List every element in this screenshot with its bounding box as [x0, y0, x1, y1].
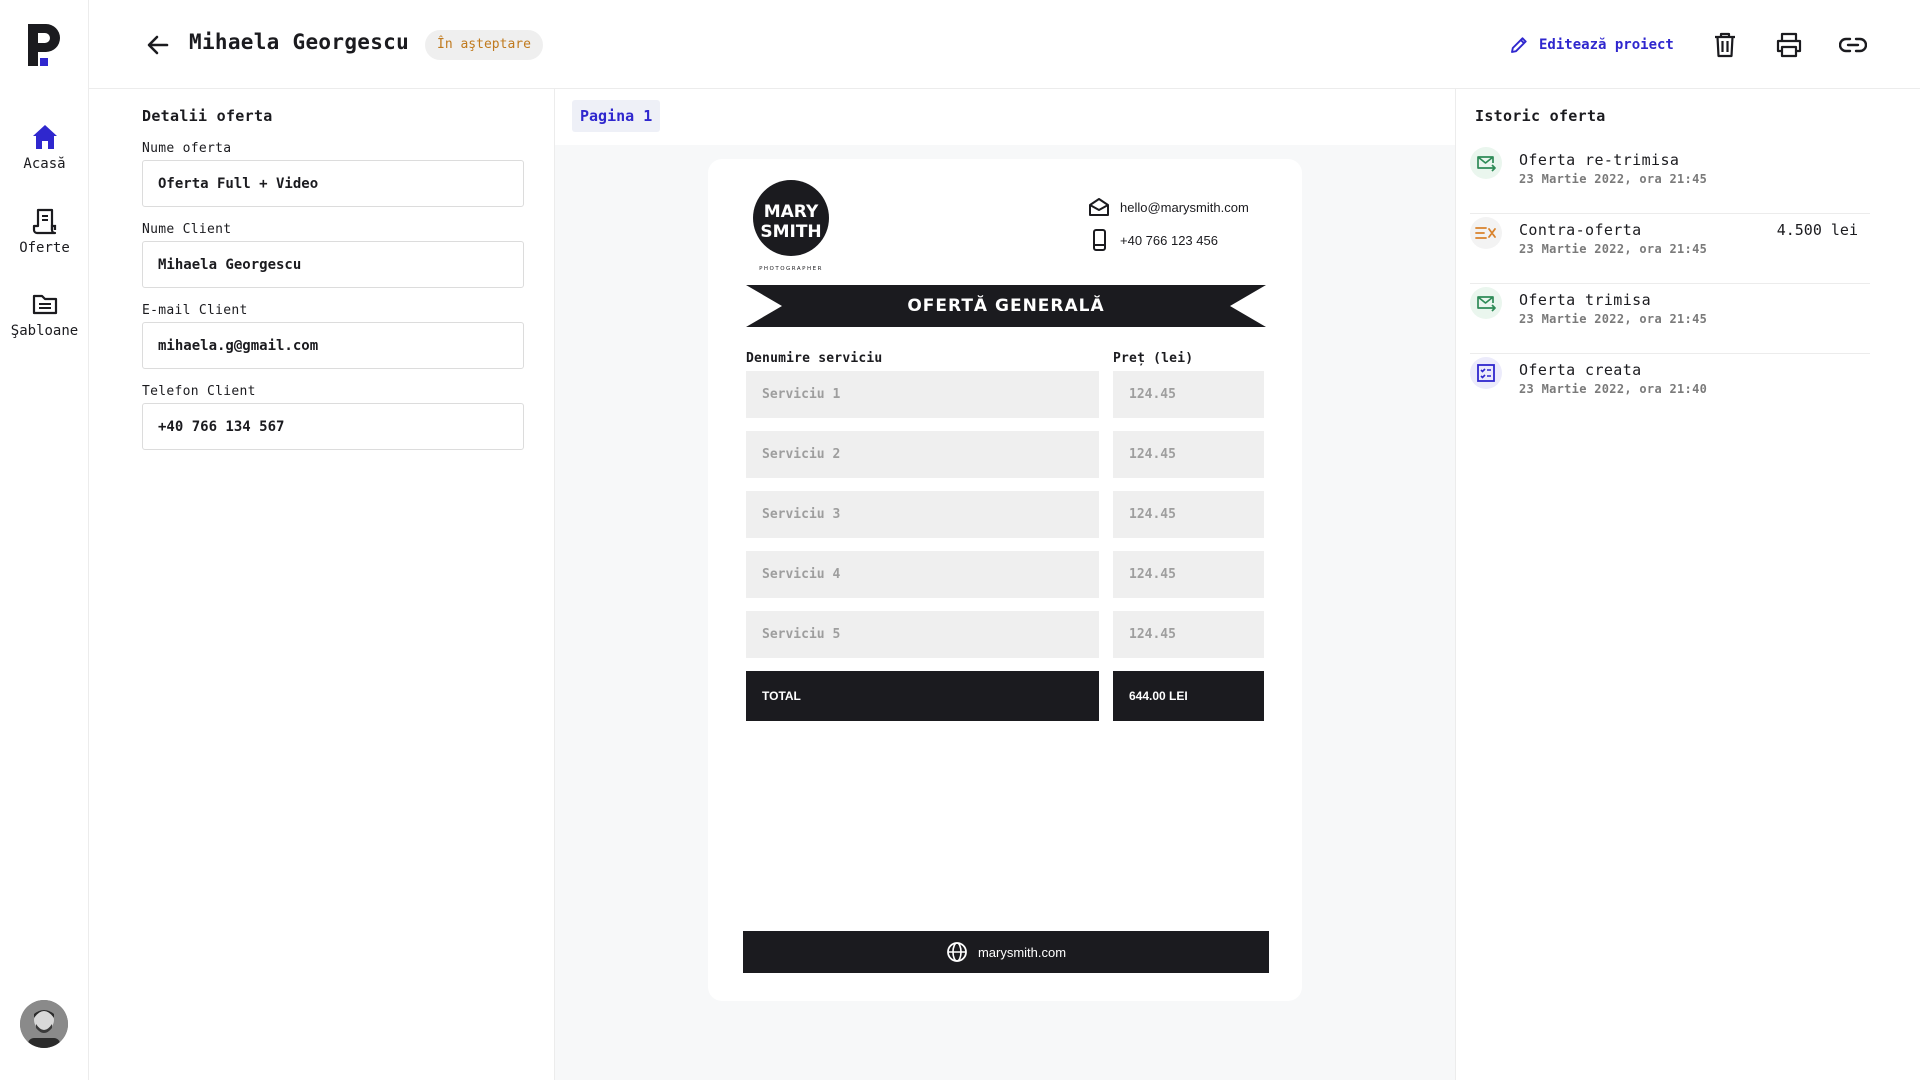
- history-item-name: Oferta re-trimisa: [1519, 151, 1680, 169]
- website-text: marysmith.com: [977, 944, 1067, 960]
- offer-name-input[interactable]: [142, 160, 524, 207]
- history-item: Oferta trimisa 23 Martie 2022, ora 21:45: [1470, 284, 1870, 354]
- avatar[interactable]: [20, 1000, 68, 1048]
- mail-sent-icon: [1470, 287, 1502, 319]
- brand-line-1: MARY: [764, 202, 819, 222]
- delete-button[interactable]: [1708, 28, 1742, 62]
- sidebar: Acasă Oferte Şabloane: [0, 0, 89, 1080]
- total-label-cell: TOTAL: [746, 671, 1099, 721]
- offer-document: MARY SMITH PHOTOGRAPHER hello@marysmith.…: [708, 159, 1302, 1001]
- client-name-label: Nume Client: [142, 222, 232, 237]
- printer-icon: [1776, 32, 1802, 58]
- history-item-date: 23 Martie 2022, ora 21:40: [1519, 382, 1708, 396]
- globe-icon: [947, 942, 967, 962]
- banner-title: OFERTĂ GENERALĂ: [907, 296, 1105, 316]
- link-icon: [1839, 37, 1867, 53]
- total-value-cell: 644.00 LEI: [1113, 671, 1264, 721]
- client-email-label: E-mail Client: [142, 303, 248, 318]
- sidebar-item-offers[interactable]: Oferte: [0, 206, 89, 256]
- copy-link-button[interactable]: [1836, 28, 1870, 62]
- brand-logo: MARY SMITH PHOTOGRAPHER: [753, 180, 829, 272]
- history-item-name: Contra-oferta: [1519, 221, 1642, 239]
- tab-page-1[interactable]: Pagina 1: [572, 100, 661, 132]
- client-name-input[interactable]: [142, 241, 524, 288]
- counter-offer-icon: [1470, 217, 1502, 249]
- user-avatar-icon: [20, 1000, 68, 1048]
- offer-details-panel: Detalii oferta Nume oferta Nume Client E…: [89, 89, 555, 1080]
- price-cell[interactable]: 124.45: [1113, 611, 1264, 658]
- service-cell[interactable]: Serviciu 2: [746, 431, 1099, 478]
- history-item-date: 23 Martie 2022, ora 21:45: [1519, 172, 1708, 186]
- sidebar-item-label: Şabloane: [10, 323, 79, 339]
- client-email-input[interactable]: [142, 322, 524, 369]
- service-cell[interactable]: Serviciu 1: [746, 371, 1099, 418]
- sidebar-item-home[interactable]: Acasă: [0, 122, 89, 172]
- service-cell[interactable]: Serviciu 3: [746, 491, 1099, 538]
- page-title: Mihaela Georgescu: [189, 30, 410, 54]
- history-item-date: 23 Martie 2022, ora 21:45: [1519, 312, 1708, 326]
- price-cell[interactable]: 124.45: [1113, 371, 1264, 418]
- phone-icon: [1093, 229, 1106, 251]
- sidebar-item-label: Oferte: [19, 240, 70, 256]
- service-cell[interactable]: Serviciu 5: [746, 611, 1099, 658]
- folder-icon: [32, 294, 57, 315]
- brand-tagline: PHOTOGRAPHER: [759, 266, 823, 272]
- edit-project-label: Editează proiect: [1539, 37, 1674, 53]
- app-logo-icon[interactable]: [26, 22, 62, 68]
- sidebar-item-templates[interactable]: Şabloane: [0, 289, 89, 339]
- print-button[interactable]: [1772, 28, 1806, 62]
- history-item: Oferta creata 23 Martie 2022, ora 21:40: [1470, 354, 1870, 424]
- offer-name-label: Nume oferta: [142, 141, 232, 156]
- edit-project-button[interactable]: Editează proiect: [1509, 30, 1674, 60]
- contact-email: hello@marysmith.com: [1088, 197, 1249, 217]
- history-item: Contra-oferta 23 Martie 2022, ora 21:45 …: [1470, 214, 1870, 284]
- contact-email-text: hello@marysmith.com: [1120, 199, 1249, 215]
- arrow-left-icon: [147, 35, 169, 55]
- history-item-amount: 4.500 lei: [1776, 221, 1858, 239]
- price-cell[interactable]: 124.45: [1113, 491, 1264, 538]
- page-tabs-bar: Pagina 1: [555, 89, 1455, 145]
- status-badge: În aşteptare: [425, 30, 543, 60]
- history-item: Oferta re-trimisa 23 Martie 2022, ora 21…: [1470, 144, 1870, 214]
- pencil-icon: [1511, 37, 1527, 53]
- service-column-header: Denumire serviciu: [746, 351, 883, 366]
- document-canvas: Pagina 1 MARY SMITH PHOTOGRAPHER hello@m…: [555, 89, 1456, 1080]
- client-phone-label: Telefon Client: [142, 384, 256, 399]
- price-cell[interactable]: 124.45: [1113, 551, 1264, 598]
- envelope-icon: [1089, 198, 1109, 216]
- price-column-header: Preț (lei): [1113, 351, 1194, 366]
- price-cell[interactable]: 124.45: [1113, 431, 1264, 478]
- offer-history-panel: Istoric oferta Oferta re-trimisa 23 Mart…: [1456, 89, 1920, 1080]
- back-button[interactable]: [141, 28, 175, 62]
- document-footer: marysmith.com: [743, 931, 1269, 973]
- history-item-name: Oferta creata: [1519, 361, 1642, 379]
- section-title: Detalii oferta: [142, 107, 273, 125]
- trash-icon: [1715, 32, 1735, 58]
- checklist-icon: [1470, 357, 1502, 389]
- contact-phone-text: +40 766 123 456: [1120, 232, 1218, 248]
- brand-line-2: SMITH: [760, 222, 821, 242]
- history-item-date: 23 Martie 2022, ora 21:45: [1519, 242, 1708, 256]
- history-item-name: Oferta trimisa: [1519, 291, 1652, 309]
- client-phone-input[interactable]: [142, 403, 524, 450]
- service-cell[interactable]: Serviciu 4: [746, 551, 1099, 598]
- sidebar-item-label: Acasă: [23, 156, 66, 172]
- contact-phone: +40 766 123 456: [1088, 229, 1218, 251]
- receipt-icon: [32, 208, 56, 235]
- mail-forward-icon: [1470, 147, 1502, 179]
- page-header: Mihaela Georgescu În aşteptare Editează …: [89, 0, 1920, 89]
- home-icon: [32, 125, 57, 149]
- section-title: Istoric oferta: [1475, 107, 1606, 125]
